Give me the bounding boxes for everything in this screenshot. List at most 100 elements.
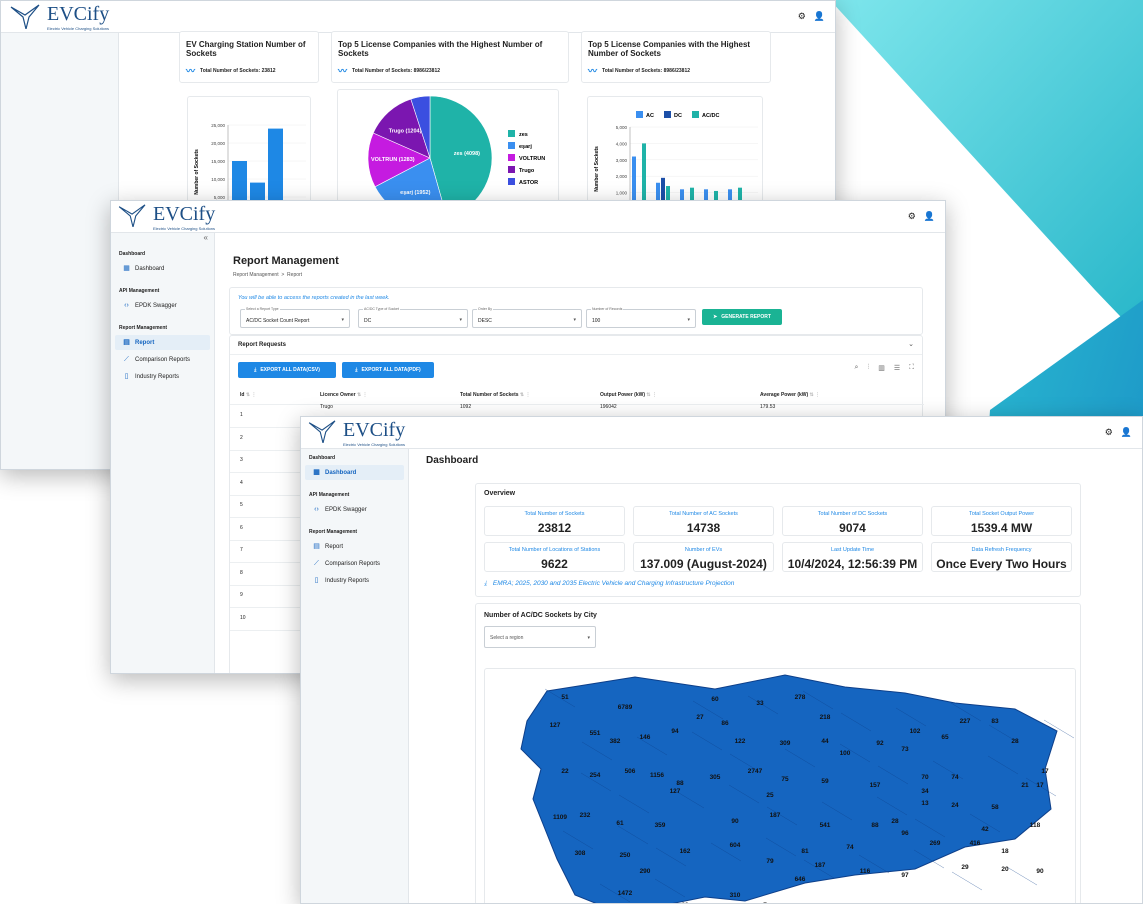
- grid-icon: ▦: [123, 265, 130, 272]
- table-cell-id: 4: [240, 479, 243, 486]
- user-icon[interactable]: 👤: [924, 211, 935, 222]
- card-title: Top 5 License Companies with the Highest…: [338, 40, 543, 58]
- expand-chevron-icon[interactable]: ⌄: [908, 340, 914, 348]
- city-socket-count: 310: [730, 892, 741, 899]
- city-socket-count: 92: [876, 740, 884, 747]
- settings-icon[interactable]: ⚙: [908, 211, 916, 222]
- city-socket-count: 73: [901, 746, 909, 753]
- breadcrumb[interactable]: Report Management > Report: [233, 272, 302, 278]
- sidebar-item-dashboard[interactable]: ▦ Dashboard: [115, 261, 210, 276]
- socket-type-select[interactable]: AC/DC Type of Socket DC ▾: [358, 307, 468, 328]
- kpi-card: Last Update Time 10/4/2024, 12:56:39 PM: [782, 542, 923, 572]
- page-title: Dashboard: [426, 455, 479, 466]
- legend-swatch: [508, 142, 515, 149]
- table-column-header[interactable]: Total Number of Sockets ⇅ ⋮: [460, 392, 531, 398]
- sidebar-item-industry-reports[interactable]: ▯ Industry Reports: [305, 573, 404, 588]
- chart-card-pie: Top 5 License Companies with the Highest…: [331, 31, 569, 83]
- search-icon[interactable]: ⌕: [855, 364, 859, 372]
- download-icon: ⤓: [254, 367, 257, 373]
- generate-report-button[interactable]: ➤ GENERATE REPORT: [702, 309, 782, 325]
- city-socket-count: 94: [671, 728, 679, 735]
- projection-link[interactable]: ⤓ EMRA; 2025, 2030 and 2035 Electric Vehi…: [484, 580, 734, 588]
- table-cell-id: 10: [240, 614, 246, 621]
- grid-icon: ▦: [313, 469, 320, 476]
- region-select[interactable]: Select a region ▾: [484, 626, 596, 648]
- settings-icon[interactable]: ⚙: [1105, 427, 1113, 438]
- city-socket-count: 116: [860, 868, 871, 875]
- sidebar-section-title: Dashboard: [309, 455, 336, 461]
- sort-icon[interactable]: ⇅ ⋮: [519, 392, 531, 398]
- slice-label: Trugo (1204): [389, 128, 422, 134]
- download-icon: ⤓: [484, 580, 487, 587]
- app-header: EVCify Electric Vehicle Charging Solution…: [111, 201, 945, 233]
- table-column-header[interactable]: Licence Owner ⇅ ⋮: [320, 392, 368, 398]
- brand-name: EVCify: [153, 202, 216, 225]
- city-socket-count: 506: [625, 768, 636, 775]
- settings-icon[interactable]: ⚙: [798, 11, 806, 22]
- sidebar-item-comparison-reports[interactable]: ⟋ Comparison Reports: [115, 352, 210, 367]
- city-socket-count: 122: [735, 738, 746, 745]
- trend-icon: 〰: [588, 66, 598, 76]
- y-tick-label: 5,000: [616, 125, 628, 130]
- table-cell-id: 1: [240, 412, 243, 418]
- sidebar-item-industry-reports[interactable]: ▯ Industry Reports: [115, 369, 210, 384]
- sidebar-item-epdk-swagger[interactable]: ‹› EPDK Swagger: [115, 298, 210, 313]
- report-icon: ▤: [313, 543, 320, 550]
- fullscreen-icon[interactable]: ⛶: [909, 364, 914, 372]
- city-socket-count: 17: [1036, 782, 1044, 789]
- sidebar-item-report[interactable]: ▤ Report: [305, 539, 404, 554]
- city-socket-count: 28: [1011, 738, 1019, 745]
- export-pdf-button[interactable]: ⤓ EXPORT ALL DATA(PDF): [342, 362, 434, 378]
- table-column-header[interactable]: Output Power (kW) ⇅ ⋮: [600, 392, 657, 398]
- sidebar-item-dashboard[interactable]: ▦ Dashboard: [305, 465, 404, 480]
- user-icon[interactable]: 👤: [1121, 427, 1132, 438]
- kpi-card: Total Number of Sockets 23812: [484, 506, 625, 536]
- kpi-label: Number of EVs: [684, 547, 723, 553]
- city-socket-count: 551: [590, 730, 601, 737]
- city-socket-count: 127: [550, 722, 561, 729]
- export-csv-button[interactable]: ⤓ EXPORT ALL DATA(CSV): [238, 362, 336, 378]
- chevron-down-icon: ▾: [587, 635, 590, 641]
- sidebar-section-title: API Management: [119, 288, 160, 294]
- order-by-select[interactable]: Order By DESC ▾: [472, 307, 582, 328]
- sidebar-item-comparison-reports[interactable]: ⟋ Comparison Reports: [305, 556, 404, 571]
- columns-icon[interactable]: ▥: [878, 364, 885, 372]
- density-icon[interactable]: ☰: [894, 364, 900, 372]
- sidebar: [1, 33, 119, 469]
- record-count-select[interactable]: Number of Records 100 ▾: [586, 307, 696, 328]
- sort-icon[interactable]: ⇅ ⋮: [356, 392, 368, 398]
- chart-card-total-sockets: EV Charging Station Number of Sockets 〰 T…: [179, 31, 319, 83]
- city-socket-count: 359: [655, 822, 666, 829]
- city-socket-count: 1472: [618, 890, 633, 897]
- table-cell-sockets: 1092: [460, 404, 472, 410]
- sidebar: Dashboard ▦ Dashboard API Management ‹› EPDK …: [301, 449, 409, 903]
- user-icon[interactable]: 👤: [814, 11, 825, 22]
- city-socket-count: 17: [1041, 768, 1049, 775]
- kpi-label: Total Socket Output Power: [968, 511, 1035, 517]
- sidebar-section-title: Report Management: [309, 529, 358, 535]
- report-icon: ▤: [123, 339, 130, 346]
- legend-label: ASTOR: [519, 180, 538, 186]
- filter-icon[interactable]: ⫶: [867, 364, 869, 372]
- city-socket-count: 90: [731, 818, 739, 825]
- report-type-select[interactable]: Select a Report Type AC/DC Socket Count R…: [240, 307, 350, 328]
- table-column-header[interactable]: Average Power (kW) ⇅ ⋮: [760, 392, 820, 398]
- city-socket-count: 60: [711, 696, 719, 703]
- city-socket-count: 90: [1036, 868, 1044, 875]
- city-socket-count: 604: [730, 842, 741, 849]
- city-socket-count: 254: [590, 772, 601, 779]
- sidebar-item-report[interactable]: ▤ Report: [115, 335, 210, 350]
- kpi-value: 9074: [839, 521, 866, 535]
- sidebar-item-epdk-swagger[interactable]: ‹› EPDK Swagger: [305, 502, 404, 517]
- kpi-label: Total Number of Sockets: [524, 511, 585, 517]
- kpi-label: Total Number of DC Sockets: [817, 511, 888, 517]
- city-socket-count: 278: [795, 694, 806, 701]
- table-column-header[interactable]: Id ⇅ ⋮: [240, 392, 256, 398]
- collapse-sidebar-icon[interactable]: «: [204, 233, 208, 242]
- legend-swatch: [508, 166, 515, 173]
- city-socket-count: 127: [670, 788, 681, 795]
- sort-icon[interactable]: ⇅ ⋮: [808, 392, 821, 398]
- city-socket-count: 88: [871, 822, 879, 829]
- sort-icon[interactable]: ⇅ ⋮: [244, 392, 257, 398]
- sort-icon[interactable]: ⇅ ⋮: [645, 392, 657, 398]
